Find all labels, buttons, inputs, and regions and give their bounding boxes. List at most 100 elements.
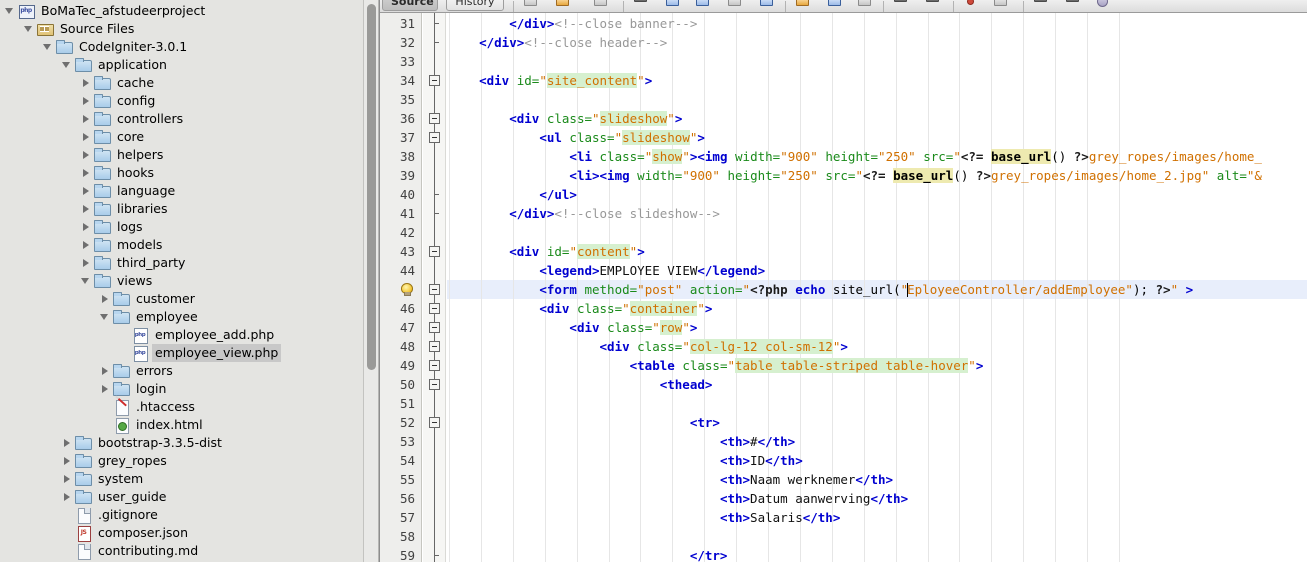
chevron-right-icon[interactable] [80, 164, 93, 182]
tree-item-employee-add-php[interactable]: employee_add.php [0, 326, 364, 344]
tree-item-third-party[interactable]: third_party [0, 254, 364, 272]
fold-toggle[interactable] [429, 379, 440, 390]
fold-toggle[interactable] [429, 360, 440, 371]
chevron-right-icon[interactable] [61, 470, 74, 488]
chevron-right-icon[interactable] [99, 380, 112, 398]
fold-toggle[interactable] [429, 132, 440, 143]
code-line[interactable]: <th>Salaris</th> [447, 508, 1307, 527]
tree-scrollbar-thumb[interactable] [367, 4, 376, 370]
code-line[interactable]: <tr> [447, 413, 1307, 432]
code-line[interactable]: <table class="table table-striped table-… [447, 356, 1307, 375]
code-line[interactable] [447, 223, 1307, 242]
tree-item-customer[interactable]: customer [0, 290, 364, 308]
tree-item-language[interactable]: language [0, 182, 364, 200]
code-line[interactable] [447, 394, 1307, 413]
chevron-right-icon[interactable] [80, 254, 93, 272]
new-file-icon[interactable] [523, 0, 539, 9]
code-editor[interactable]: </div><!--close banner--> </div><!--clos… [447, 13, 1307, 562]
chevron-right-icon[interactable] [99, 362, 112, 380]
code-line[interactable]: <div id="content"> [447, 242, 1307, 261]
toggle-bookmark-icon[interactable] [727, 0, 743, 9]
fold-toggle[interactable] [429, 113, 440, 124]
panel-divider[interactable] [378, 0, 379, 562]
expand-all-icon[interactable] [1065, 0, 1081, 9]
code-line[interactable]: <div id="site_content"> [447, 71, 1307, 90]
fold-toggle[interactable] [429, 75, 440, 86]
code-line[interactable]: <ul class="slideshow"> [447, 128, 1307, 147]
run-icon[interactable] [759, 0, 775, 9]
code-line[interactable]: <div class="container"> [447, 299, 1307, 318]
tree-item-bootstrap-3-3-5-dist[interactable]: bootstrap-3.3.5-dist [0, 434, 364, 452]
save-icon[interactable] [555, 0, 571, 9]
chevron-right-icon[interactable] [80, 146, 93, 164]
next-bookmark-icon[interactable] [695, 0, 711, 9]
code-line[interactable]: <thead> [447, 375, 1307, 394]
tree-item-composer-json[interactable]: composer.json [0, 524, 364, 542]
chevron-right-icon[interactable] [99, 290, 112, 308]
code-fold-column[interactable] [423, 13, 446, 562]
toggle-breakpoint-icon[interactable] [963, 0, 979, 9]
diff-icon[interactable] [1095, 0, 1111, 9]
chevron-right-icon[interactable] [80, 110, 93, 128]
code-line[interactable]: <th>Datum aanwerving</th> [447, 489, 1307, 508]
shift-right-icon[interactable] [857, 0, 873, 9]
tab-history[interactable]: History [446, 0, 504, 11]
tree-item-core[interactable]: core [0, 128, 364, 146]
chevron-down-icon[interactable] [99, 308, 112, 326]
tree-item-hooks[interactable]: hooks [0, 164, 364, 182]
line-number-gutter[interactable]: 31 32 33 34 35 36 37 38 39 40 41 42 43 44 46 47 48 49 50 51… [380, 13, 422, 562]
code-line[interactable]: </ul> [447, 185, 1307, 204]
code-line[interactable]: <th>#</th> [447, 432, 1307, 451]
tree-item-controllers[interactable]: controllers [0, 110, 364, 128]
tree-item-logs[interactable]: logs [0, 218, 364, 236]
chevron-right-icon[interactable] [80, 92, 93, 110]
code-line[interactable]: </div><!--close banner--> [447, 14, 1307, 33]
project-file-tree[interactable]: BoMaTec_afstudeerproject Source Files Code… [0, 0, 364, 562]
chevron-right-icon[interactable] [80, 74, 93, 92]
tree-item-user-guide[interactable]: user_guide [0, 488, 364, 506]
tree-item-source-files[interactable]: Source Files [0, 20, 364, 38]
indent-icon[interactable] [925, 0, 941, 9]
tree-item-contributing-md[interactable]: contributing.md [0, 542, 364, 560]
tree-item-libraries[interactable]: libraries [0, 200, 364, 218]
code-line[interactable]: </div><!--close header--> [447, 33, 1307, 52]
code-line[interactable]: <form method="post" action="<?php echo s… [447, 280, 1307, 299]
chevron-down-icon[interactable] [42, 38, 55, 56]
chevron-down-icon[interactable] [23, 20, 36, 38]
chevron-right-icon[interactable] [80, 182, 93, 200]
code-line[interactable]: <div class="slideshow"> [447, 109, 1307, 128]
tree-item-gitignore[interactable]: .gitignore [0, 506, 364, 524]
tree-item-index-html[interactable]: index.html [0, 416, 364, 434]
code-line[interactable]: <th>ID</th> [447, 451, 1307, 470]
tree-item-login[interactable]: login [0, 380, 364, 398]
code-line[interactable]: <legend>EMPLOYEE VIEW</legend> [447, 261, 1307, 280]
find-icon[interactable] [633, 0, 649, 9]
tree-vertical-scrollbar[interactable] [363, 0, 378, 562]
tree-item-views[interactable]: views [0, 272, 364, 290]
code-line[interactable] [447, 90, 1307, 109]
tree-item-cache[interactable]: cache [0, 74, 364, 92]
tab-source[interactable]: Source [382, 0, 438, 11]
code-line[interactable] [447, 527, 1307, 546]
fold-toggle[interactable] [429, 284, 440, 295]
tree-item-employee-view-php[interactable]: employee_view.php [0, 344, 364, 362]
fold-toggle[interactable] [429, 322, 440, 333]
chevron-right-icon[interactable] [61, 488, 74, 506]
chevron-right-icon[interactable] [80, 218, 93, 236]
code-line[interactable]: <th>Naam werknemer</th> [447, 470, 1307, 489]
fold-toggle[interactable] [429, 246, 440, 257]
chevron-right-icon[interactable] [61, 452, 74, 470]
comment-icon[interactable] [795, 0, 811, 9]
chevron-down-icon[interactable] [80, 272, 93, 290]
tree-item-htaccess[interactable]: .htaccess [0, 398, 364, 416]
uncomment-icon[interactable] [827, 0, 843, 9]
fold-toggle[interactable] [429, 417, 440, 428]
code-line[interactable]: <li><img width="900" height="250" src="<… [447, 166, 1307, 185]
refresh-icon[interactable] [593, 0, 609, 9]
inspect-icon[interactable] [993, 0, 1009, 9]
tree-item-models[interactable]: models [0, 236, 364, 254]
tree-item-employee[interactable]: employee [0, 308, 364, 326]
code-line[interactable]: <li class="show"><img width="900" height… [447, 147, 1307, 166]
fold-toggle[interactable] [429, 341, 440, 352]
chevron-right-icon[interactable] [80, 200, 93, 218]
